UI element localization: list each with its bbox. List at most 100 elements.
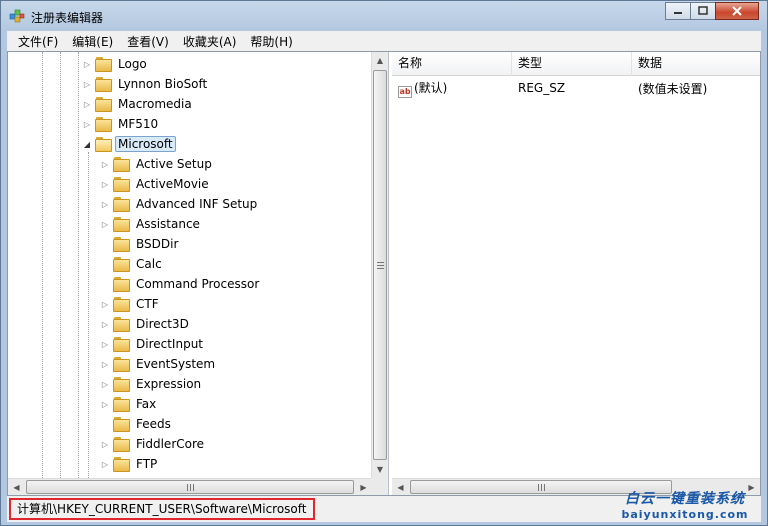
tree-horizontal-scrollbar[interactable]: ◀ ▶ <box>8 478 372 495</box>
key-tree-pane: ▷ Logo ▷ Lynnon BioSoft ▷ Macromedia ▷ MF510 ◢ Mi… <box>8 52 389 495</box>
folder-icon <box>113 457 130 472</box>
tree-item[interactable]: ▷ FiddlerCore <box>100 434 207 454</box>
collapse-arrow-icon[interactable]: ◢ <box>82 139 92 149</box>
expand-arrow-icon[interactable]: ▷ <box>100 179 110 189</box>
tree-item-label: Active Setup <box>136 157 212 171</box>
scroll-right-arrow[interactable]: ▶ <box>355 479 372 495</box>
tree-item-label: Expression <box>136 377 202 391</box>
expand-arrow-icon[interactable]: ▷ <box>100 159 110 169</box>
scroll-left-arrow[interactable]: ◀ <box>8 479 25 495</box>
expand-arrow-icon[interactable]: ▷ <box>100 219 110 229</box>
scroll-corner <box>371 478 388 495</box>
scroll-down-arrow[interactable]: ▼ <box>372 461 388 478</box>
column-header-data[interactable]: 数据 <box>632 52 760 76</box>
tree-guide-line <box>42 52 43 478</box>
title-bar[interactable]: 注册表编辑器 <box>1 1 767 31</box>
expand-arrow-icon[interactable]: ▷ <box>82 99 92 109</box>
tree-guide-line <box>78 52 79 478</box>
tree-item-label: Lynnon BioSoft <box>118 77 208 91</box>
expand-arrow-icon[interactable]: ▷ <box>82 119 92 129</box>
value-name-cell: ab (默认) <box>392 79 512 98</box>
folder-icon <box>95 97 112 112</box>
tree-item[interactable]: ▷ EventSystem <box>100 354 218 374</box>
window-controls <box>665 2 759 20</box>
menu-favorites[interactable]: 收藏夹(A) <box>176 33 244 50</box>
tree-guide-line <box>88 152 89 478</box>
menu-edit[interactable]: 编辑(E) <box>65 33 120 50</box>
folder-icon <box>113 257 130 272</box>
expand-arrow-icon[interactable]: ▷ <box>100 319 110 329</box>
tree-item[interactable]: ▷ Macromedia <box>82 94 195 114</box>
open-folder-icon <box>95 137 112 152</box>
tree-item[interactable]: Command Processor <box>100 274 262 294</box>
expand-arrow-icon[interactable]: ▷ <box>100 459 110 469</box>
scroll-thumb[interactable] <box>373 70 387 460</box>
expand-arrow-icon[interactable]: ▷ <box>82 59 92 69</box>
tree-item[interactable]: ▷ ActiveMovie <box>100 174 212 194</box>
tree-item[interactable]: ▷ DirectInput <box>100 334 206 354</box>
column-header-name[interactable]: 名称 <box>392 52 512 76</box>
expand-arrow-icon[interactable]: ▷ <box>100 339 110 349</box>
expand-arrow-icon[interactable]: ▷ <box>100 379 110 389</box>
tree-item[interactable]: Calc <box>100 254 165 274</box>
menu-view[interactable]: 查看(V) <box>120 33 176 50</box>
folder-icon <box>113 277 130 292</box>
tree-item[interactable]: Feeds <box>100 414 174 434</box>
expand-arrow-icon[interactable]: ▷ <box>100 299 110 309</box>
expand-arrow-icon[interactable]: ▷ <box>100 199 110 209</box>
tree-item[interactable]: ▷ MF510 <box>82 114 161 134</box>
tree-item-label: Calc <box>136 257 162 271</box>
watermark-url: baiyunxitong.com <box>621 508 749 521</box>
watermark-title: 白云一键重装系统 <box>625 491 745 507</box>
tree-item[interactable]: ▷ Expression <box>100 374 204 394</box>
grip-icon <box>537 483 545 491</box>
tree-item[interactable]: ▷ Active Setup <box>100 154 215 174</box>
menu-file[interactable]: 文件(F) <box>11 33 65 50</box>
tree-item[interactable]: ◢ Microsoft <box>82 134 176 154</box>
list-item[interactable]: ab (默认) REG_SZ (数值未设置) <box>392 78 760 98</box>
tree-item-label: EventSystem <box>136 357 216 371</box>
tree-item-label: Microsoft <box>115 136 176 152</box>
folder-icon <box>113 317 130 332</box>
close-button[interactable] <box>715 2 759 20</box>
expand-arrow-icon[interactable]: ▷ <box>100 439 110 449</box>
folder-icon <box>113 437 130 452</box>
tree-item[interactable]: BSDDir <box>100 234 181 254</box>
key-tree: ▷ Logo ▷ Lynnon BioSoft ▷ Macromedia ▷ MF510 ◢ Mi… <box>8 52 372 478</box>
tree-item[interactable]: ▷ Fax <box>100 394 159 414</box>
menu-help[interactable]: 帮助(H) <box>243 33 299 50</box>
registry-editor-window: 注册表编辑器 文件(F) 编辑(E) 查看(V) 收藏夹(A) 帮助(H) ▷ … <box>0 0 768 526</box>
client-area: ▷ Logo ▷ Lynnon BioSoft ▷ Macromedia ▷ MF510 ◢ Mi… <box>7 51 761 496</box>
folder-icon <box>95 117 112 132</box>
minimize-button[interactable] <box>665 2 691 20</box>
expand-arrow-icon[interactable]: ▷ <box>100 399 110 409</box>
expand-arrow-icon[interactable]: ▷ <box>100 359 110 369</box>
tree-item-label: Fax <box>136 397 157 411</box>
scroll-left-arrow[interactable]: ◀ <box>392 479 409 495</box>
tree-item-label: BSDDir <box>136 237 179 251</box>
tree-item[interactable]: ▷ Lynnon BioSoft <box>82 74 210 94</box>
registry-editor-icon <box>9 9 25 23</box>
tree-item[interactable]: ▷ Direct3D <box>100 314 192 334</box>
tree-vertical-scrollbar[interactable]: ▲ ▼ <box>371 52 388 478</box>
tree-guide-line <box>60 52 61 478</box>
tree-item-label: Feeds <box>136 417 171 431</box>
scroll-thumb[interactable] <box>26 480 354 494</box>
column-header-type[interactable]: 类型 <box>512 52 632 76</box>
folder-icon <box>113 237 130 252</box>
scroll-up-arrow[interactable]: ▲ <box>372 52 388 69</box>
maximize-button[interactable] <box>690 2 716 20</box>
close-icon <box>732 6 742 16</box>
tree-item-label: CTF <box>136 297 159 311</box>
tree-item[interactable]: ▷ Advanced INF Setup <box>100 194 260 214</box>
folder-icon <box>113 297 130 312</box>
tree-item[interactable]: ▷ CTF <box>100 294 162 314</box>
tree-item-label: FiddlerCore <box>136 437 205 451</box>
tree-item[interactable]: ▷ Assistance <box>100 214 203 234</box>
folder-icon <box>113 357 130 372</box>
expand-arrow-icon[interactable]: ▷ <box>82 79 92 89</box>
list-header: 名称 类型 数据 <box>392 52 760 76</box>
folder-icon <box>113 377 130 392</box>
tree-item[interactable]: ▷ Logo <box>82 54 150 74</box>
tree-item[interactable]: ▷ FTP <box>100 454 160 474</box>
